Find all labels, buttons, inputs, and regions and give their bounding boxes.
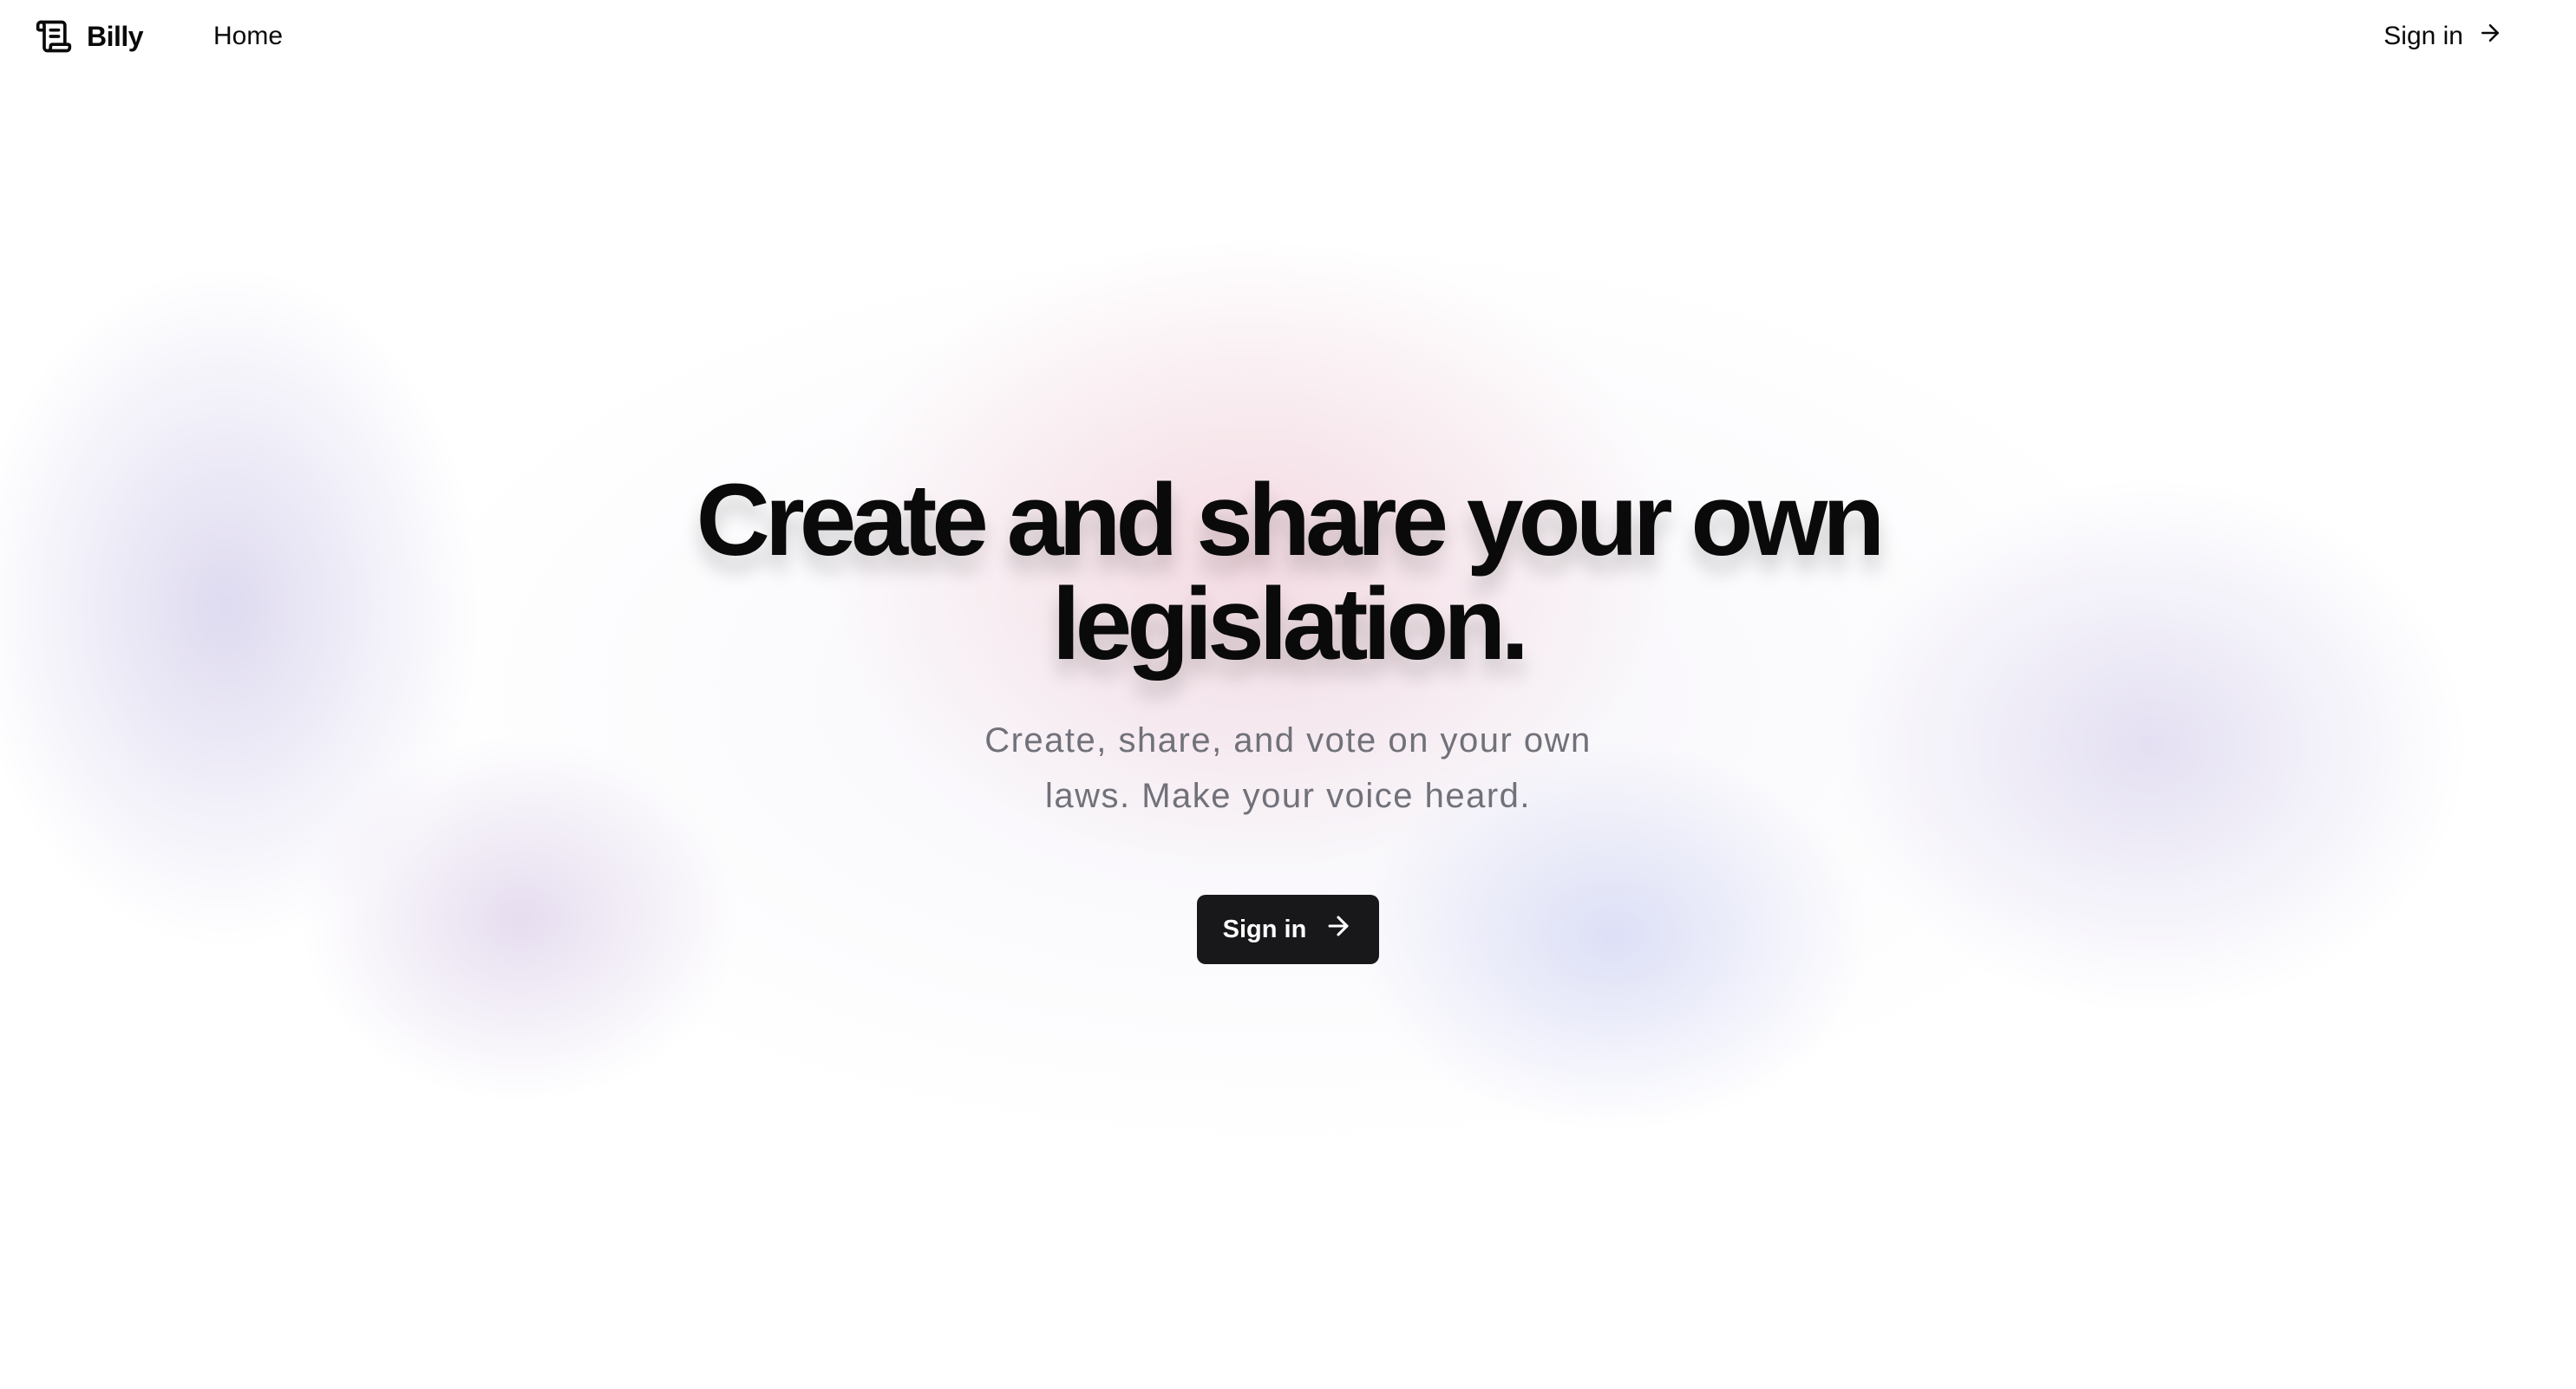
hero-signin-label: Sign in [1222,915,1307,943]
top-nav: Billy Home Sign in [0,0,2576,73]
brand-name: Billy [87,20,144,52]
hero-section: Create and share your own legislation. C… [0,468,2576,964]
nav-signin-link[interactable]: Sign in [2383,17,2503,55]
hero-headline: Create and share your own legislation. [696,463,1886,681]
nav-signin-label: Sign in [2383,22,2463,50]
arrow-right-icon [2463,20,2503,53]
hero-subtitle: Create, share, and vote on your own laws… [984,721,1592,815]
nav-home-link[interactable]: Home [213,19,283,54]
brand-link[interactable]: Billy [35,16,144,57]
scroll-icon [35,17,73,55]
arrow-right-icon [1306,911,1353,948]
landing-page: Billy Home Sign in Create and share your… [0,0,2576,1389]
hero-signin-button[interactable]: Sign in [1197,895,1379,964]
